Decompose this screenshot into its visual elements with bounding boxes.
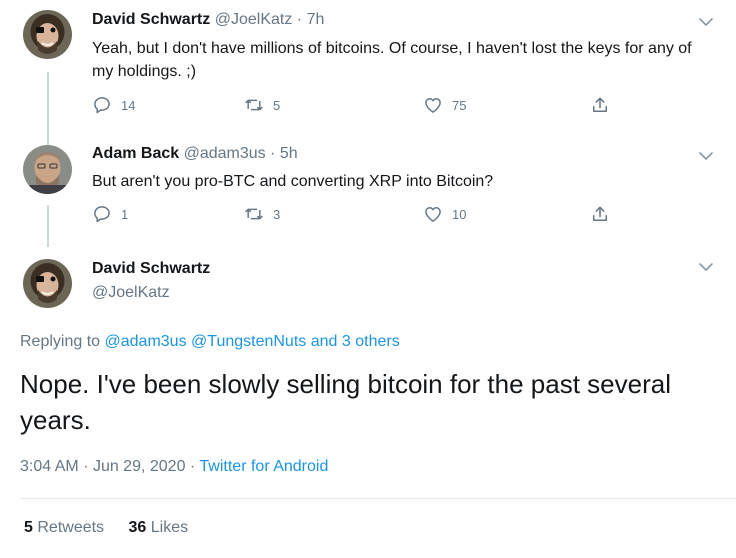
tweet-actions: 1 3 10 [92,204,622,226]
tweet-text: But aren't you pro-BTC and converting XR… [92,173,494,190]
chevron-down-icon[interactable] [698,259,714,275]
divider [20,498,736,499]
timestamp[interactable]: 5h [280,145,298,162]
reply-count: 1 [121,206,129,222]
retweet-icon [245,208,263,220]
reply-icon [94,206,110,223]
retweet-count: 5 [273,97,281,113]
retweets-label: Retweets [37,519,105,536]
timestamp[interactable]: 7h [307,11,325,28]
chevron-down-icon[interactable] [698,14,714,30]
retweets-count: 5 [24,519,33,536]
retweets-stat[interactable]: 5 Retweets [24,519,104,536]
tweet-actions: 14 5 75 [92,95,622,117]
avatar[interactable] [23,259,72,308]
share-icon [593,97,607,112]
user-handle[interactable]: @JoelKatz [92,284,170,302]
separator: · [83,458,89,475]
retweet-button[interactable]: 3 [244,204,280,224]
retweet-button[interactable]: 5 [244,95,280,115]
like-button[interactable]: 10 [423,204,466,224]
heart-icon [425,207,441,222]
user-handle[interactable]: @adam3us [184,145,266,162]
retweet-icon [245,99,263,111]
display-name[interactable]: Adam Back [92,145,179,162]
replying-prefix: Replying to [20,333,101,350]
tweet-text: Nope. I've been slowly selling bitcoin f… [20,369,671,435]
tweet-meta: 3:04 AM · Jun 29, 2020 · Twitter for And… [20,458,328,476]
reply-icon [94,97,110,114]
display-name[interactable]: David Schwartz [92,11,210,28]
avatar[interactable] [23,10,72,59]
thread-line [47,72,49,145]
and-word[interactable]: and [311,333,338,350]
likes-stat[interactable]: 36 Likes [129,519,189,536]
thread-line [47,205,49,247]
tweet-time[interactable]: 3:04 AM [20,458,79,475]
separator: · [270,145,276,162]
like-count: 75 [452,97,467,113]
reply-button[interactable]: 14 [92,95,135,115]
mention-link[interactable]: @adam3us [105,333,187,350]
separator: · [189,458,196,475]
reply-count: 14 [121,97,136,113]
retweet-count: 3 [273,206,281,222]
engagement-stats: 5 Retweets 36 Likes [24,519,208,537]
likes-count: 36 [128,519,147,536]
user-handle[interactable]: @JoelKatz [215,11,293,28]
chevron-down-icon[interactable] [698,148,714,164]
heart-icon [425,98,441,113]
like-count: 10 [452,206,467,222]
reply-button[interactable]: 1 [92,204,128,224]
share-icon [593,206,607,221]
like-button[interactable]: 75 [423,95,466,115]
tweet-text: Yeah, but I don't have millions of bitco… [92,40,692,80]
others-link[interactable]: 3 others [342,333,400,350]
separator: · [296,11,303,28]
replying-to: Replying to @adam3us @TungstenNuts and 3… [20,333,400,351]
likes-label: Likes [150,519,189,536]
source-link[interactable]: Twitter for Android [199,458,328,475]
tweet-date[interactable]: Jun 29, 2020 [93,458,186,475]
share-button[interactable] [590,95,610,115]
share-button[interactable] [590,204,610,224]
display-name[interactable]: David Schwartz [92,260,210,278]
mention-link[interactable]: @TungstenNuts [191,333,306,350]
avatar[interactable] [23,145,72,194]
